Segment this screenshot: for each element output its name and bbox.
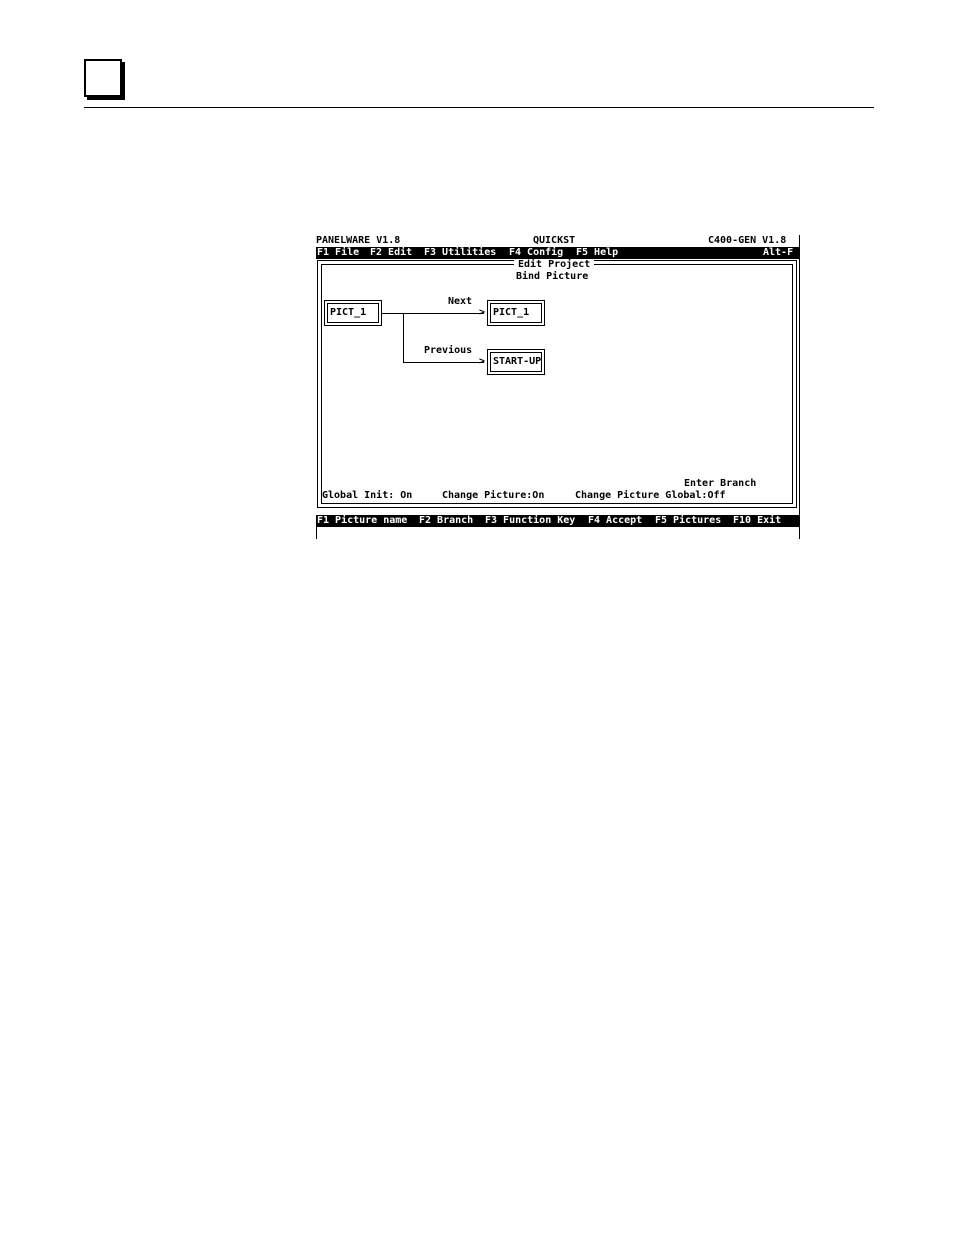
global-init-status: Global Init: On [322, 490, 413, 501]
menu-item-help[interactable]: F5 Help [576, 247, 618, 258]
fkey-picture-name[interactable]: F1 Picture name [317, 515, 407, 526]
fkey-accept[interactable]: F4 Accept [588, 515, 642, 526]
project-name: QUICKST [533, 235, 576, 246]
next-branch-label: Next [448, 296, 473, 307]
menu-item-file[interactable]: F1 File [317, 247, 359, 258]
menu-item-utilities[interactable]: F3 Utilities [424, 247, 496, 258]
edit-project-inner-frame [321, 264, 793, 504]
change-picture-status: Change Picture:On [442, 490, 545, 501]
previous-target-node[interactable]: START-UP [487, 349, 545, 375]
branch-connector [403, 313, 404, 362]
previous-branch-label: Previous [424, 345, 473, 356]
fkey-exit[interactable]: F10 Exit [733, 515, 781, 526]
next-connector [382, 313, 484, 314]
panelware-screen: PANELWARE V1.8 QUICKST C400-GEN V1.8 F1 … [316, 235, 800, 539]
header-rule [84, 107, 874, 108]
menu-shortcut-hint: Alt-F [763, 247, 794, 258]
chapter-marker-box [84, 59, 122, 97]
menu-item-edit[interactable]: F2 Edit [370, 247, 412, 258]
menu-bar: F1 File F2 Edit F3 Utilities F4 Config F… [316, 247, 800, 259]
fkey-function-key[interactable]: F3 Function Key [485, 515, 575, 526]
next-arrow-icon: > [479, 307, 486, 318]
app-name: PANELWARE V1.8 [316, 235, 401, 246]
title-bar: PANELWARE V1.8 QUICKST C400-GEN V1.8 [316, 235, 800, 247]
target-version: C400-GEN V1.8 [708, 235, 787, 246]
next-target-node[interactable]: PICT_1 [487, 300, 545, 326]
fkey-branch[interactable]: F2 Branch [419, 515, 473, 526]
frame-title: Edit Project [514, 259, 595, 270]
fkey-pictures[interactable]: F5 Pictures [655, 515, 721, 526]
subtitle: Bind Picture [516, 271, 589, 282]
change-picture-global-status: Change Picture Global:Off [575, 490, 726, 501]
next-target-label: PICT_1 [490, 303, 542, 323]
menu-item-config[interactable]: F4 Config [509, 247, 563, 258]
branch-prompt: Enter Branch [684, 478, 757, 489]
previous-arrow-icon: > [479, 356, 486, 367]
screen-right-edge [799, 235, 800, 539]
source-picture-label: PICT_1 [327, 303, 379, 323]
source-picture-node[interactable]: PICT_1 [324, 300, 382, 326]
previous-connector [403, 362, 484, 363]
function-key-bar: F1 Picture name F2 Branch F3 Function Ke… [316, 515, 800, 527]
previous-target-label: START-UP [490, 352, 542, 372]
